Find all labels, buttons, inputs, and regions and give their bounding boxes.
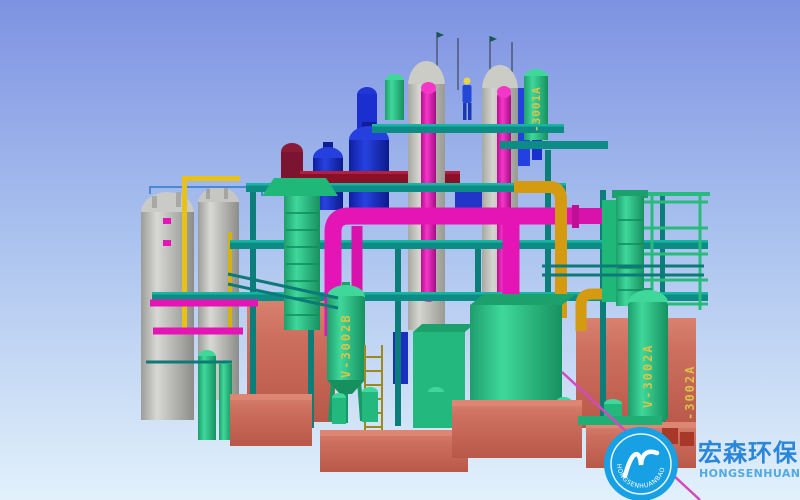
- condenser-cylinder-small: [385, 74, 404, 120]
- plant-3d-render: -3001A V-3002B V-3002A -3002A HONGSENHUA…: [0, 0, 800, 500]
- plate-heat-exchanger-right: [602, 190, 648, 306]
- logo-chinese-text: 宏森环保: [698, 439, 798, 467]
- equipment-tag-v3002b: V-3002B: [339, 313, 353, 378]
- equipment-tag-3002a-frame: -3002A: [683, 365, 697, 420]
- plant-scene-canvas: -3001A V-3002B V-3002A -3002A HONGSENHUA…: [0, 0, 800, 500]
- logo-english-text: HONGSENHUANBAO: [699, 467, 800, 480]
- green-discharge-pipe: [578, 416, 662, 425]
- equipment-tag-v3002a: V-3002A: [641, 343, 655, 408]
- equipment-tag-3001a: -3001A: [530, 86, 543, 132]
- logo-mark: HONGSENHUANBAO: [604, 427, 678, 500]
